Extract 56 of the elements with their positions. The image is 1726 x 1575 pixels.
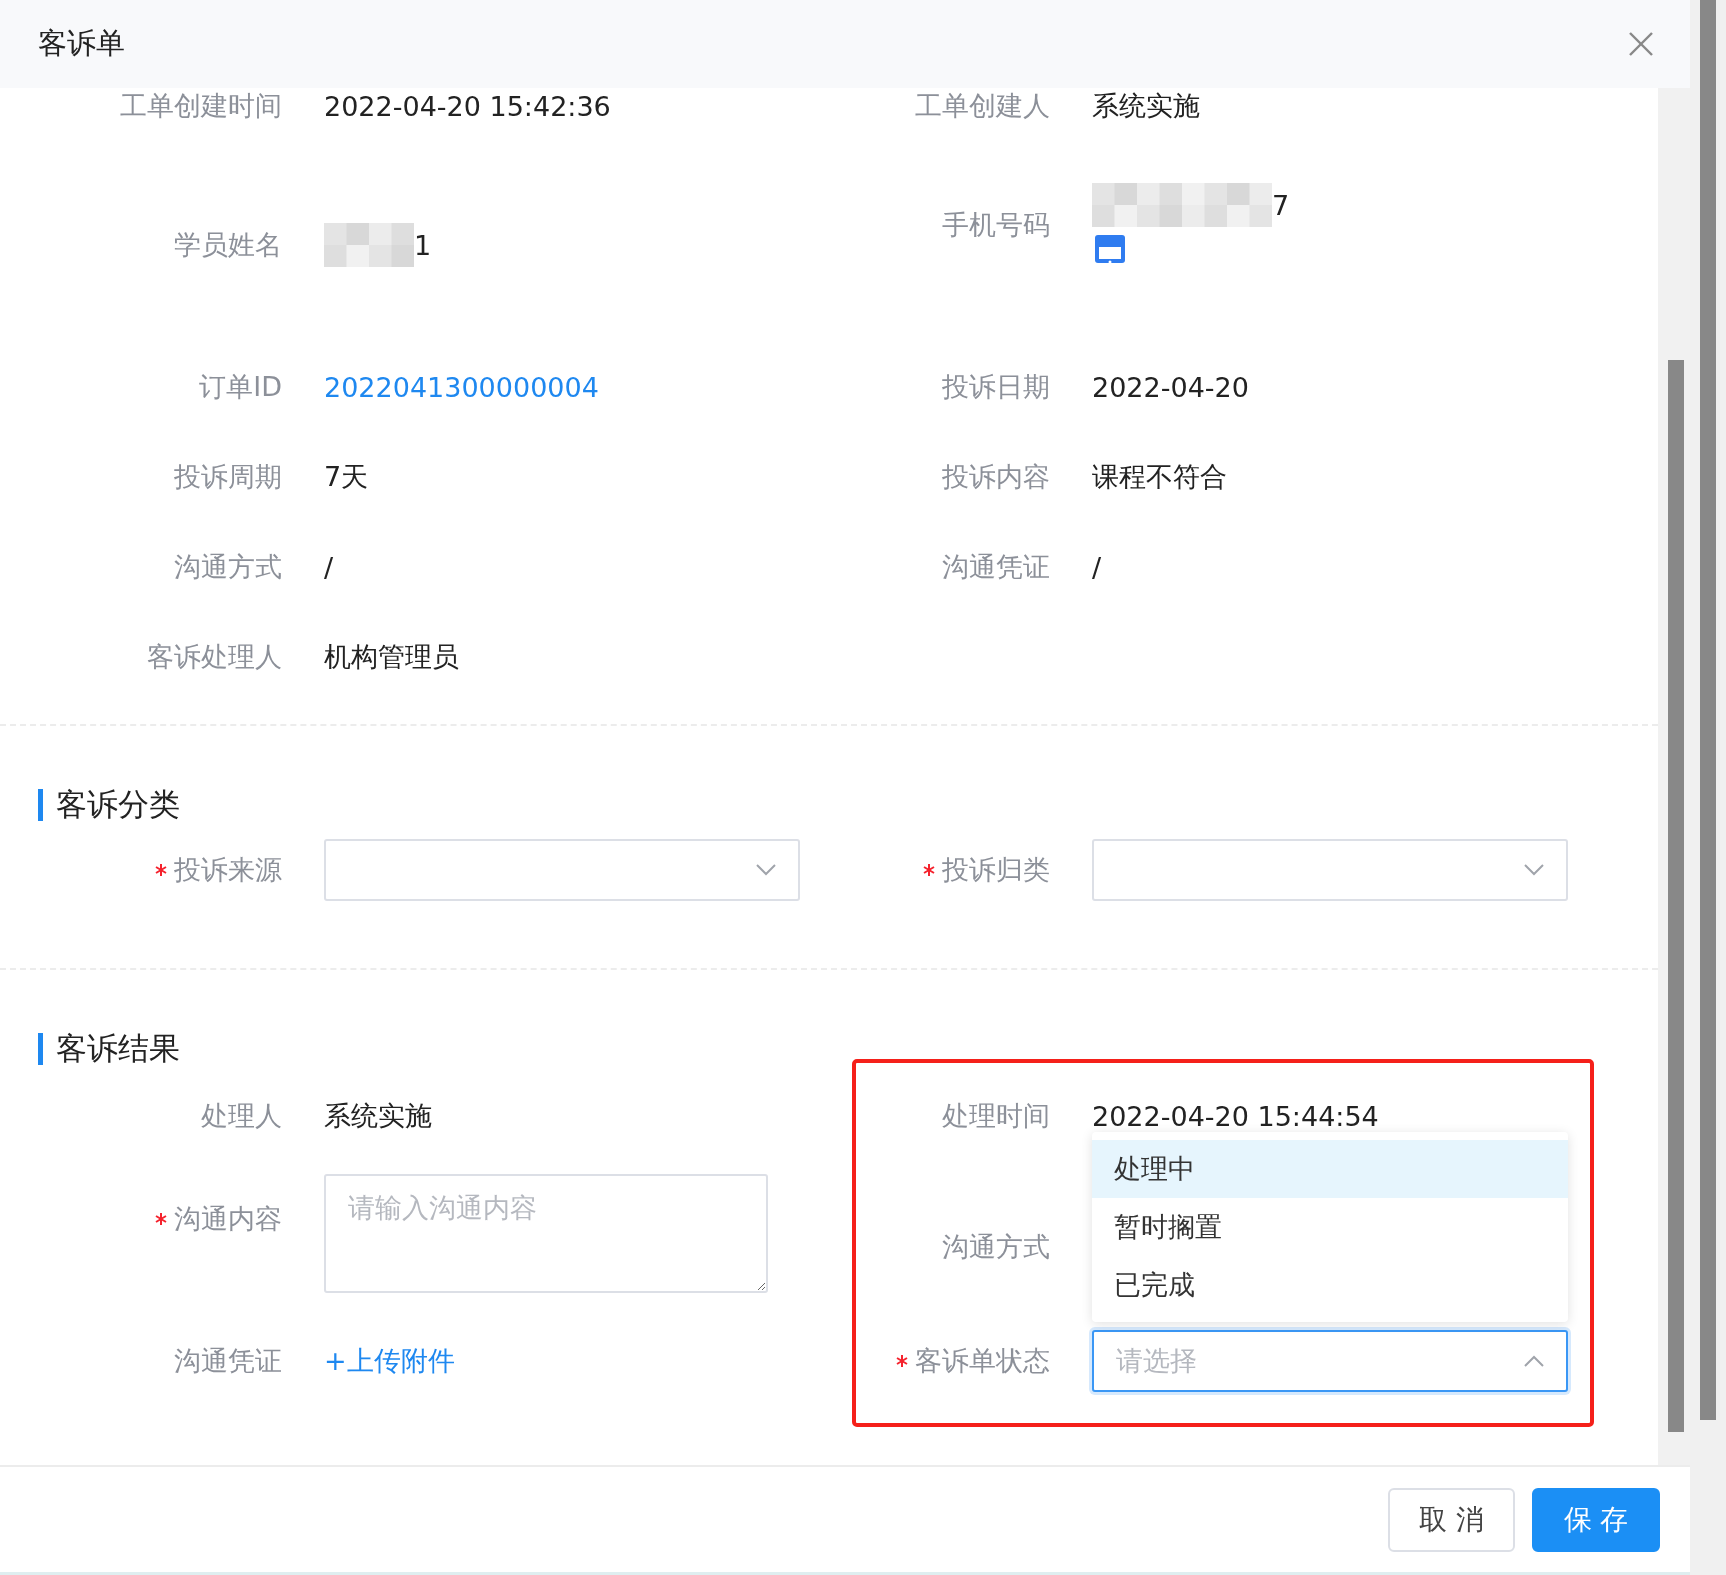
section-title: 客诉结果 (56, 1029, 180, 1068)
field-label: 处理人 (201, 1099, 282, 1133)
field-label: 投诉内容 (942, 460, 1050, 494)
field-label: 处理时间 (942, 1099, 1050, 1133)
chevron-up-icon (1524, 1355, 1544, 1367)
required-icon (922, 863, 936, 877)
field-label: 投诉归类 (942, 853, 1050, 887)
select-field[interactable] (1092, 839, 1568, 901)
field-label: 投诉来源 (174, 853, 282, 887)
select-field[interactable] (324, 839, 800, 901)
close-icon (1628, 31, 1654, 57)
cancel-button[interactable]: 取 消 (1388, 1488, 1515, 1552)
field-label: 手机号码 (942, 208, 1050, 242)
section-marker (38, 789, 43, 821)
field-label: 工单创建时间 (120, 89, 282, 123)
communication-content-field[interactable]: 请输入沟通内容 (324, 1174, 768, 1293)
detail-value: 7 (1272, 189, 1290, 221)
order-id-link[interactable]: 2022041300000004 (324, 371, 599, 403)
detail-value: 7天 (324, 460, 369, 494)
dropdown-option[interactable]: 已完成 (1092, 1256, 1568, 1314)
detail-value: / (324, 551, 334, 583)
field-label: 沟通方式 (174, 550, 282, 584)
detail-value: / (1092, 551, 1102, 583)
required-icon (154, 1212, 168, 1226)
field-label: 沟通凭证 (942, 550, 1050, 584)
field-label: 学员姓名 (174, 228, 282, 262)
dropdown-option[interactable]: 暂时搁置 (1092, 1198, 1568, 1256)
detail-value: 2022-04-20 15:44:54 (1092, 1100, 1379, 1132)
detail-value: 系统实施 (324, 1099, 432, 1133)
dropdown-option[interactable]: 处理中 (1092, 1140, 1568, 1198)
detail-value: 2022-04-20 (1092, 371, 1249, 403)
required-icon (895, 1354, 909, 1368)
field-label: 沟通内容 (174, 1202, 282, 1236)
detail-value: 系统实施 (1092, 89, 1200, 123)
upload-attachment-link[interactable]: +上传附件 (324, 1343, 455, 1379)
field-label: 客诉处理人 (147, 640, 282, 674)
required-icon (154, 863, 168, 877)
scrollbar-thumb[interactable] (1700, 0, 1716, 1420)
section-title: 客诉分类 (56, 785, 180, 824)
chevron-down-icon (1524, 864, 1544, 876)
field-label: 工单创建人 (915, 89, 1050, 123)
field-label: 客诉单状态 (915, 1344, 1050, 1378)
detail-value: 课程不符合 (1092, 460, 1227, 494)
detail-value: 机构管理员 (324, 640, 459, 674)
field-label: 沟通方式 (942, 1230, 1050, 1264)
field-label: 投诉周期 (174, 460, 282, 494)
detail-value: 1 (414, 229, 432, 261)
detail-value: 2022-04-20 15:42:36 (324, 90, 611, 122)
field-label: 沟通凭证 (174, 1344, 282, 1378)
field-label: 订单ID (199, 370, 282, 404)
section-marker (38, 1033, 43, 1065)
field-label: 投诉日期 (942, 370, 1050, 404)
dialog-title: 客诉单 (38, 25, 125, 62)
close-button[interactable] (1628, 31, 1654, 57)
chevron-down-icon (756, 864, 776, 876)
scrollbar-thumb[interactable] (1668, 360, 1684, 1432)
